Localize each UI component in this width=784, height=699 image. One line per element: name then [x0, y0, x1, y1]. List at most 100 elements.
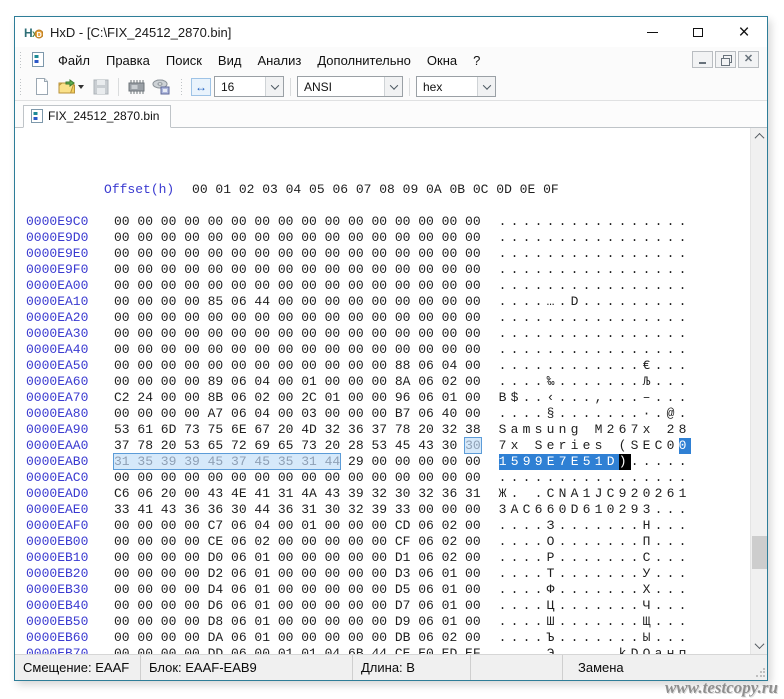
row-ascii[interactable]: Samsung M267x 28 — [499, 422, 691, 438]
hex-row[interactable]: 0000EA9053 61 6D 73 75 6E 67 20 4D 32 36… — [26, 422, 691, 438]
hex-row[interactable]: 0000EA5000 00 00 00 00 00 00 00 00 00 00… — [26, 358, 691, 374]
maximize-button[interactable] — [675, 17, 721, 47]
hex-row[interactable]: 0000EAA037 78 20 53 65 72 69 65 73 20 28… — [26, 438, 691, 454]
new-file-button[interactable] — [30, 76, 52, 98]
row-hex-bytes[interactable]: 00 00 00 00 00 00 00 00 00 00 00 00 00 0… — [114, 214, 481, 229]
hex-row[interactable]: 0000EB7000 00 00 00 DD 06 00 01 01 04 6B… — [26, 646, 691, 654]
row-hex-bytes[interactable]: 00 00 00 00 D6 06 01 00 00 00 00 00 D7 0… — [114, 598, 481, 613]
hex-row[interactable]: 0000EB3000 00 00 00 D4 06 01 00 00 00 00… — [26, 582, 691, 598]
hex-row[interactable]: 0000EAF000 00 00 00 C7 06 04 00 01 00 00… — [26, 518, 691, 534]
tab-fix-24512-2870[interactable]: FIX_24512_2870.bin — [23, 105, 171, 128]
row-hex-bytes[interactable]: 00 00 00 00 D4 06 01 00 00 00 00 00 D5 0… — [114, 582, 481, 597]
resize-grip-icon[interactable] — [755, 668, 765, 678]
menu-item[interactable]: Окна — [419, 49, 465, 72]
hex-row[interactable]: 0000EA0000 00 00 00 00 00 00 00 00 00 00… — [26, 278, 691, 294]
row-ascii[interactable]: Ж. .CNA1JC920261 — [499, 486, 691, 502]
row-ascii[interactable]: ....О.......П... — [499, 534, 691, 550]
row-hex-bytes[interactable]: 33 41 43 36 36 30 44 36 31 30 32 39 33 0… — [114, 502, 481, 517]
hex-row[interactable]: 0000EA2000 00 00 00 00 00 00 00 00 00 00… — [26, 310, 691, 326]
menu-item[interactable]: Дополнительно — [309, 49, 419, 72]
save-button-disabled[interactable] — [90, 76, 112, 98]
hex-row[interactable]: 0000EAC000 00 00 00 00 00 00 00 00 00 00… — [26, 470, 691, 486]
row-ascii[interactable]: ....§.......·.@. — [499, 406, 691, 422]
row-hex-bytes[interactable]: 00 00 00 00 CE 06 02 00 00 00 00 00 CF 0… — [114, 534, 481, 549]
row-hex-bytes[interactable]: 00 00 00 00 00 00 00 00 00 00 00 00 00 0… — [114, 470, 481, 485]
hex-row[interactable]: 0000EA1000 00 00 00 85 06 44 00 00 00 00… — [26, 294, 691, 310]
row-ascii[interactable]: ................ — [499, 470, 691, 486]
hex-row[interactable]: 0000EB0000 00 00 00 CE 06 02 00 00 00 00… — [26, 534, 691, 550]
row-ascii[interactable]: В$..‹...,...–... — [499, 390, 691, 406]
offset-base-dropdown-button[interactable] — [477, 77, 495, 96]
row-ascii[interactable]: ................ — [499, 246, 691, 262]
ram-chip-button[interactable] — [125, 76, 147, 98]
row-hex-bytes[interactable]: 00 00 00 00 00 00 00 00 00 00 00 00 00 0… — [114, 230, 481, 245]
menu-item[interactable]: ? — [465, 49, 488, 72]
row-hex-bytes[interactable]: 00 00 00 00 00 00 00 00 00 00 00 00 88 0… — [114, 358, 481, 373]
row-ascii[interactable]: ....Э.....kDОанп — [499, 646, 691, 654]
scrollbar-thumb[interactable] — [752, 536, 767, 569]
row-ascii[interactable]: ....Ъ.......Ы... — [499, 630, 691, 646]
row-hex-bytes[interactable]: C6 06 20 00 43 4E 41 31 4A 43 39 32 30 3… — [114, 486, 481, 501]
row-hex-bytes[interactable]: 00 00 00 00 D8 06 01 00 00 00 00 00 D9 0… — [114, 614, 481, 629]
hex-row[interactable]: 0000EAB031 35 39 39 45 37 45 35 31 44 29… — [26, 454, 691, 470]
row-hex-bytes[interactable]: 00 00 00 00 C7 06 04 00 01 00 00 00 CD 0… — [114, 518, 481, 533]
row-ascii[interactable]: ................ — [499, 326, 691, 342]
row-ascii[interactable]: ....З.......Н... — [499, 518, 691, 534]
encoding-select[interactable]: ANSI — [297, 76, 403, 97]
row-ascii[interactable]: ................ — [499, 214, 691, 230]
row-ascii[interactable]: 1599E7E51D)..... — [499, 454, 691, 470]
hex-row[interactable]: 0000EA3000 00 00 00 00 00 00 00 00 00 00… — [26, 326, 691, 342]
row-hex-bytes[interactable]: 00 00 00 00 DD 06 00 01 01 04 6B 44 CE E… — [114, 646, 481, 654]
hex-selection[interactable]: 30 — [465, 438, 481, 453]
row-hex-bytes[interactable]: 00 00 00 00 00 00 00 00 00 00 00 00 00 0… — [114, 326, 481, 341]
row-hex-bytes[interactable]: 00 00 00 00 DA 06 01 00 00 00 00 00 DB 0… — [114, 630, 481, 645]
row-hex-bytes[interactable]: 00 00 00 00 D0 06 01 00 00 00 00 00 D1 0… — [114, 550, 481, 565]
row-ascii[interactable]: ....Р.......С... — [499, 550, 691, 566]
hex-row[interactable]: 0000EA70C2 24 00 00 8B 06 02 00 2C 01 00… — [26, 390, 691, 406]
row-hex-bytes[interactable]: 31 35 39 39 45 37 45 35 31 44 29 00 00 0… — [114, 454, 481, 469]
menu-item[interactable]: Анализ — [249, 49, 309, 72]
hex-editor[interactable]: Offset(h)00 01 02 03 04 05 06 07 08 09 0… — [15, 128, 767, 654]
vertical-scrollbar[interactable] — [750, 128, 767, 654]
scroll-down-button[interactable] — [751, 637, 767, 654]
hex-row[interactable]: 0000EB1000 00 00 00 D0 06 01 00 00 00 00… — [26, 550, 691, 566]
mdi-close-button[interactable]: ✕ — [738, 51, 759, 68]
close-button[interactable]: × — [721, 17, 767, 47]
row-hex-bytes[interactable]: 00 00 00 00 A7 06 04 00 03 00 00 00 B7 0… — [114, 406, 481, 421]
bytes-per-row-select[interactable]: 16 — [214, 76, 284, 97]
row-ascii[interactable]: ................ — [499, 262, 691, 278]
hex-row[interactable]: 0000E9F000 00 00 00 00 00 00 00 00 00 00… — [26, 262, 691, 278]
row-ascii[interactable]: ....‰.......Љ... — [499, 374, 691, 390]
hex-row[interactable]: 0000EB6000 00 00 00 DA 06 01 00 00 00 00… — [26, 630, 691, 646]
mdi-minimize-button[interactable] — [692, 51, 713, 68]
row-ascii[interactable]: ....….D......... — [499, 294, 691, 310]
hex-row[interactable]: 0000EA6000 00 00 00 89 06 04 00 01 00 00… — [26, 374, 691, 390]
hex-row[interactable]: 0000E9C000 00 00 00 00 00 00 00 00 00 00… — [26, 214, 691, 230]
row-hex-bytes[interactable]: 00 00 00 00 00 00 00 00 00 00 00 00 00 0… — [114, 246, 481, 261]
row-ascii[interactable]: ................ — [499, 230, 691, 246]
row-ascii[interactable]: 3AC660D610293... — [499, 502, 691, 518]
row-hex-bytes[interactable]: 00 00 00 00 00 00 00 00 00 00 00 00 00 0… — [114, 342, 481, 357]
row-hex-bytes[interactable]: 53 61 6D 73 75 6E 67 20 4D 32 36 37 78 2… — [114, 422, 481, 437]
hex-row[interactable]: 0000E9D000 00 00 00 00 00 00 00 00 00 00… — [26, 230, 691, 246]
row-ascii[interactable]: ....Ф.......Х... — [499, 582, 691, 598]
hex-row[interactable]: 0000EA4000 00 00 00 00 00 00 00 00 00 00… — [26, 342, 691, 358]
encoding-dropdown-button[interactable] — [384, 77, 402, 96]
minimize-button[interactable] — [629, 17, 675, 47]
menu-item[interactable]: Файл — [50, 49, 98, 72]
hex-row[interactable]: 0000EAD0C6 06 20 00 43 4E 41 31 4A 43 39… — [26, 486, 691, 502]
hex-row[interactable]: 0000EA8000 00 00 00 A7 06 04 00 03 00 00… — [26, 406, 691, 422]
row-hex-bytes[interactable]: 37 78 20 53 65 72 69 65 73 20 28 53 45 4… — [114, 438, 481, 453]
status-mode[interactable]: Замена — [563, 655, 767, 680]
hex-row[interactable]: 0000E9E000 00 00 00 00 00 00 00 00 00 00… — [26, 246, 691, 262]
bytes-per-row-dropdown-button[interactable] — [265, 77, 283, 96]
row-hex-bytes[interactable]: 00 00 00 00 00 00 00 00 00 00 00 00 00 0… — [114, 310, 481, 325]
menu-item[interactable]: Поиск — [158, 49, 210, 72]
row-hex-bytes[interactable]: 00 00 00 00 85 06 44 00 00 00 00 00 00 0… — [114, 294, 481, 309]
row-hex-bytes[interactable]: C2 24 00 00 8B 06 02 00 2C 01 00 00 96 0… — [114, 390, 481, 405]
menu-item[interactable]: Правка — [98, 49, 158, 72]
mdi-restore-button[interactable] — [715, 51, 736, 68]
offset-base-select[interactable]: hex — [416, 76, 496, 97]
row-ascii[interactable]: ................ — [499, 342, 691, 358]
row-hex-bytes[interactable]: 00 00 00 00 00 00 00 00 00 00 00 00 00 0… — [114, 278, 481, 293]
